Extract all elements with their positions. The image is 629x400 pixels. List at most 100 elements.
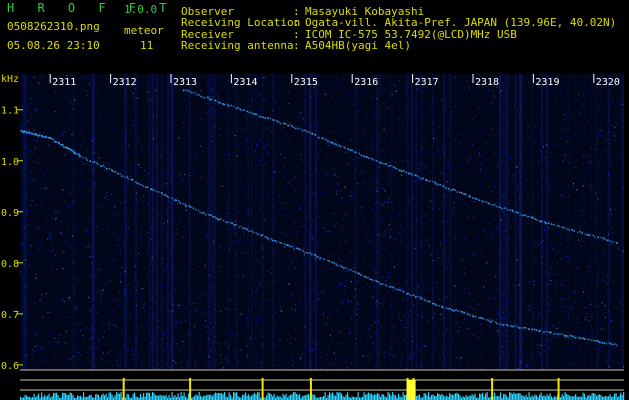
noise-dot — [599, 129, 601, 131]
noise-dot — [573, 315, 575, 316]
noise-dot — [233, 275, 235, 277]
noise-streak — [156, 74, 158, 370]
noise-dot — [478, 233, 480, 235]
noise-dot — [125, 139, 127, 141]
noise-dot — [199, 349, 201, 350]
noise-dot — [202, 150, 204, 152]
noise-dot — [573, 183, 575, 185]
baseline-bar — [222, 394, 224, 400]
noise-dot — [342, 78, 344, 80]
noise-dot — [555, 307, 557, 308]
noise-dot — [388, 272, 390, 273]
noise-dot — [334, 225, 336, 227]
noise-dot — [233, 142, 234, 144]
noise-dot — [82, 171, 84, 173]
noise-dot — [582, 241, 584, 242]
noise-dot — [164, 334, 165, 336]
noise-dot — [428, 261, 430, 262]
noise-dot — [493, 181, 495, 183]
noise-dot — [324, 178, 326, 180]
noise-dot — [599, 183, 601, 185]
trace-point — [216, 217, 218, 220]
noise-dot — [206, 112, 207, 114]
baseline-bar — [483, 396, 485, 400]
noise-dot — [75, 334, 77, 336]
noise-dot — [234, 232, 236, 234]
noise-dot — [308, 349, 310, 351]
noise-dot — [89, 246, 91, 248]
noise-dot — [242, 252, 244, 254]
noise-dot — [327, 156, 329, 158]
baseline-bar — [101, 395, 103, 400]
noise-dot — [269, 299, 271, 301]
noise-dot — [211, 129, 213, 131]
noise-dot — [63, 290, 65, 292]
noise-dot — [92, 140, 94, 141]
noise-dot — [335, 285, 337, 287]
noise-dot — [555, 98, 557, 100]
noise-dot — [585, 307, 587, 308]
trace-point — [469, 196, 471, 198]
trace-point — [318, 137, 321, 139]
noise-dot — [424, 252, 426, 254]
trace-point — [262, 116, 264, 119]
noise-dot — [85, 77, 87, 79]
noise-dot — [85, 90, 87, 92]
noise-dot — [110, 280, 112, 282]
noise-dot — [327, 317, 329, 319]
noise-dot — [101, 297, 103, 299]
noise-dot — [358, 289, 359, 291]
noise-dot — [443, 194, 445, 196]
noise-dot — [58, 132, 59, 134]
noise-dot — [365, 132, 366, 134]
noise-dot — [498, 132, 500, 134]
noise-dot — [174, 290, 176, 292]
noise-dot — [259, 282, 261, 284]
noise-dot — [551, 246, 552, 248]
noise-dot — [129, 168, 131, 170]
trace-point — [501, 208, 504, 210]
noise-dot — [92, 298, 94, 299]
noise-dot — [197, 302, 199, 304]
noise-dot — [491, 128, 493, 130]
noise-dot — [212, 127, 214, 129]
noise-dot — [508, 250, 510, 252]
noise-dot — [531, 164, 533, 166]
noise-dot — [120, 202, 121, 204]
noise-dot — [475, 323, 477, 325]
noise-dot — [371, 175, 373, 177]
noise-dot — [225, 118, 226, 120]
noise-dot — [157, 327, 159, 328]
noise-dot — [72, 258, 74, 260]
noise-dot — [173, 238, 175, 239]
noise-dot — [558, 203, 560, 204]
noise-dot — [496, 319, 498, 321]
noise-dot — [550, 267, 552, 269]
noise-dot — [586, 266, 588, 268]
noise-dot — [161, 219, 163, 221]
noise-dot — [409, 358, 411, 360]
noise-dot — [337, 164, 339, 166]
noise-dot — [534, 142, 536, 144]
noise-dot — [242, 275, 244, 277]
noise-dot — [512, 175, 514, 177]
noise-dot — [325, 183, 327, 185]
noise-dot — [192, 302, 194, 304]
noise-dot — [189, 248, 191, 249]
noise-dot — [492, 296, 494, 298]
noise-dot — [60, 104, 62, 106]
baseline-bar — [246, 395, 248, 400]
trace-point — [480, 317, 483, 319]
noise-dot — [229, 227, 231, 229]
noise-dot — [618, 155, 620, 157]
noise-dot — [180, 321, 181, 323]
noise-dot — [134, 88, 136, 90]
noise-dot — [234, 351, 235, 353]
noise-dot — [451, 336, 453, 338]
noise-dot — [33, 129, 35, 131]
noise-dot — [539, 250, 541, 252]
noise-dot — [208, 338, 210, 340]
noise-dot — [80, 193, 82, 195]
baseline-bar — [285, 393, 287, 400]
noise-streak — [23, 74, 25, 370]
